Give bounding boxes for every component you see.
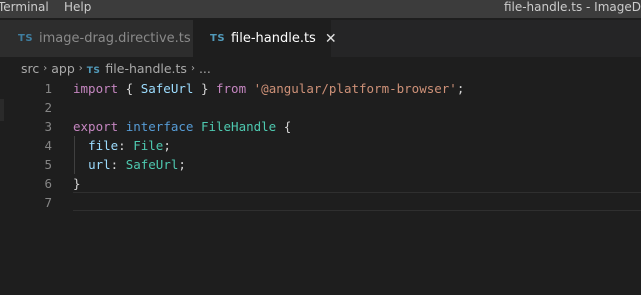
line-number: 7 — [44, 195, 52, 210]
code-token: interface — [125, 119, 194, 134]
breadcrumb-file-label: file-handle.ts — [105, 60, 187, 76]
code-token: ; — [178, 157, 186, 172]
code-token: SafeUrl — [140, 81, 194, 96]
line-number: 5 — [44, 157, 52, 172]
line-number: 1 — [44, 81, 52, 96]
code-editor[interactable]: 1 2 3 4 5 6 7 import { SafeUrl } from '@angular… — [0, 79, 641, 295]
code-token: url — [88, 157, 111, 172]
tab-bar: TS image-drag.directive.ts TS file-handl… — [0, 20, 641, 57]
code-token: ; — [456, 81, 465, 96]
typescript-file-icon: TS — [18, 33, 34, 44]
line-number: 4 — [44, 138, 52, 153]
tab-file-handle[interactable]: TS file-handle.ts ✕ — [193, 20, 337, 57]
tab-label: file-handle.ts — [231, 31, 316, 46]
code-line: import { SafeUrl } from '@angular/platfo… — [73, 79, 464, 98]
breadcrumb-symbols[interactable]: ... — [199, 61, 211, 76]
code-line: export interface FileHandle { — [73, 117, 291, 136]
chevron-right-icon: › — [43, 62, 48, 74]
line-number: 3 — [44, 119, 52, 134]
menu-terminal[interactable]: Terminal — [0, 0, 49, 15]
breadcrumb-app[interactable]: app — [51, 61, 75, 76]
code-token: SafeUrl — [125, 157, 179, 172]
chevron-right-icon: › — [190, 62, 195, 74]
code-token: { — [276, 119, 292, 134]
title-bar: Terminal Help file-handle.ts - ImageD — [0, 0, 641, 18]
code-line: } — [73, 174, 81, 193]
code-token: file — [88, 138, 119, 153]
breadcrumb-file[interactable]: TS file-handle.ts — [87, 61, 187, 76]
typescript-file-icon: TS — [86, 65, 101, 76]
line-number: 6 — [44, 176, 52, 191]
code-line: url: SafeUrl; — [73, 155, 186, 174]
code-token: : — [118, 138, 134, 153]
code-token: from — [216, 81, 247, 96]
line-number: 2 — [44, 100, 52, 115]
code-token: '@angular/platform-browser' — [253, 81, 457, 96]
code-token: export — [73, 119, 119, 134]
tab-label: image-drag.directive.ts — [39, 31, 191, 46]
code-token: } — [73, 176, 81, 191]
code-token: : — [110, 157, 126, 172]
code-token: File — [133, 138, 164, 153]
code-line: file: File; — [73, 136, 171, 155]
code-token: import — [73, 81, 119, 96]
code-token: FileHandle — [200, 119, 277, 134]
current-line-highlight — [73, 192, 641, 211]
menu-help[interactable]: Help — [64, 0, 91, 15]
typescript-file-icon: TS — [210, 33, 226, 44]
close-icon[interactable]: ✕ — [325, 31, 337, 47]
code-token: ; — [163, 138, 171, 153]
tab-image-drag-directive[interactable]: TS image-drag.directive.ts — [0, 20, 193, 57]
window-title: file-handle.ts - ImageD — [503, 0, 641, 14]
chevron-right-icon: › — [78, 62, 83, 74]
breadcrumb-src[interactable]: src — [21, 61, 39, 76]
code-token: { — [118, 81, 141, 96]
code-token: } — [193, 81, 216, 96]
breadcrumb: src › app › TS file-handle.ts › ... — [21, 57, 211, 79]
